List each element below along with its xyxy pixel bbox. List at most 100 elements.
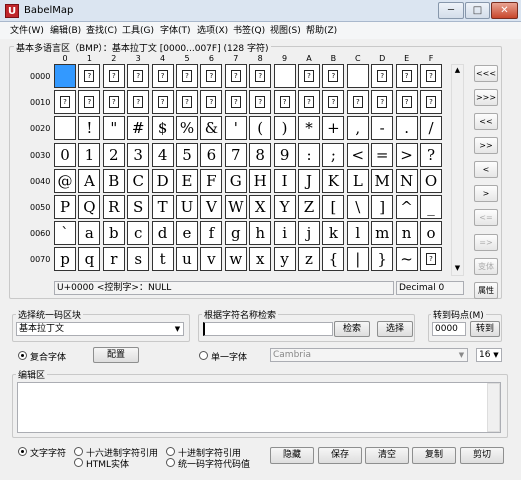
char-cell[interactable]: 7 (224, 142, 247, 167)
next-char-button[interactable]: => (474, 234, 498, 251)
char-cell[interactable]: ' (224, 116, 247, 141)
char-cell[interactable]: ? (102, 90, 125, 115)
char-cell[interactable]: k (322, 221, 345, 246)
char-cell[interactable]: ? (224, 90, 247, 115)
variant-button[interactable]: 变体 (474, 258, 498, 275)
menu-tools[interactable]: 工具(G) (122, 23, 154, 36)
char-cell[interactable]: " (102, 116, 125, 141)
hex-ref-radio[interactable] (74, 447, 83, 456)
char-cell[interactable]: d (151, 221, 174, 246)
char-cell[interactable]: ? (200, 90, 223, 115)
menu-find[interactable]: 查找(C) (86, 23, 117, 36)
char-cell[interactable]: ? (420, 64, 442, 88)
char-cell[interactable]: @ (54, 168, 76, 193)
char-cell[interactable]: , (346, 116, 369, 141)
char-cell[interactable]: g (224, 221, 247, 246)
char-cell[interactable]: ? (78, 90, 101, 115)
char-cell[interactable]: } (371, 247, 394, 272)
char-cell[interactable]: ? (420, 90, 442, 115)
menu-help[interactable]: 帮助(Z) (306, 23, 337, 36)
char-cell[interactable]: q (78, 247, 101, 272)
char-cell[interactable]: y (273, 247, 296, 272)
char-cell[interactable]: V (200, 195, 223, 219)
char-cell[interactable]: ) (273, 116, 296, 141)
codepoint-input[interactable]: 0000 (432, 322, 466, 336)
char-cell[interactable]: L (346, 168, 369, 193)
char-cell[interactable]: w (224, 247, 247, 272)
prev-page-button[interactable]: < (474, 161, 498, 178)
char-cell[interactable]: Z (298, 195, 320, 219)
char-cell[interactable]: ? (420, 142, 442, 167)
char-cell[interactable]: ? (420, 247, 442, 272)
composite-font-radio[interactable] (18, 351, 27, 360)
char-cell[interactable]: D (151, 168, 174, 193)
char-cell[interactable]: h (249, 221, 272, 246)
char-cell[interactable]: \ (346, 195, 369, 219)
char-cell[interactable]: ] (371, 195, 394, 219)
char-cell[interactable]: P (54, 195, 76, 219)
copy-button[interactable]: 复制 (412, 447, 456, 464)
char-cell[interactable]: N (395, 168, 418, 193)
char-cell[interactable]: r (102, 247, 125, 272)
char-cell[interactable]: ? (322, 90, 345, 115)
char-cell[interactable]: + (322, 116, 345, 141)
block-select[interactable]: 基本拉丁文 (16, 322, 184, 336)
char-cell[interactable]: - (371, 116, 394, 141)
clear-button[interactable]: 清空 (365, 447, 409, 464)
minimize-button[interactable]: ─ (438, 2, 464, 19)
char-cell[interactable]: ? (151, 90, 174, 115)
first-block-button[interactable]: <<< (474, 65, 498, 82)
char-cell[interactable]: ? (298, 90, 320, 115)
char-cell[interactable]: G (224, 168, 247, 193)
char-cell[interactable]: R (102, 195, 125, 219)
search-input[interactable] (203, 322, 333, 336)
char-cell[interactable]: e (176, 221, 198, 246)
char-cell[interactable]: J (298, 168, 320, 193)
char-cell[interactable]: f (200, 221, 223, 246)
char-cell[interactable]: v (200, 247, 223, 272)
char-cell[interactable]: ? (176, 64, 198, 88)
char-cell[interactable]: b (102, 221, 125, 246)
char-cell[interactable]: / (420, 116, 442, 141)
char-cell[interactable]: B (102, 168, 125, 193)
char-cell[interactable]: ? (371, 64, 394, 88)
char-cell[interactable]: _ (420, 195, 442, 219)
char-cell[interactable]: ? (151, 64, 174, 88)
next-block-button[interactable]: >> (474, 137, 498, 154)
char-cell[interactable] (273, 64, 296, 88)
select-button[interactable]: 选择 (377, 321, 413, 337)
char-cell[interactable]: c (127, 221, 150, 246)
char-cell[interactable]: j (298, 221, 320, 246)
char-cell[interactable]: o (420, 221, 442, 246)
char-cell[interactable]: : (298, 142, 320, 167)
char-cell[interactable]: ? (200, 64, 223, 88)
char-cell[interactable] (346, 64, 369, 88)
char-cell[interactable]: = (371, 142, 394, 167)
char-cell[interactable]: & (200, 116, 223, 141)
char-cell[interactable]: ? (371, 90, 394, 115)
char-cell[interactable]: F (200, 168, 223, 193)
char-cell[interactable]: 9 (273, 142, 296, 167)
char-cell[interactable]: I (273, 168, 296, 193)
char-cell[interactable]: ? (127, 64, 150, 88)
char-cell[interactable]: . (395, 116, 418, 141)
char-cell[interactable]: O (420, 168, 442, 193)
char-cell[interactable]: u (176, 247, 198, 272)
search-button[interactable]: 检索 (334, 321, 370, 337)
chevron-down-icon[interactable]: ▼ (456, 349, 467, 361)
char-cell[interactable]: ^ (395, 195, 418, 219)
menu-view[interactable]: 视图(S) (270, 23, 301, 36)
char-cell[interactable]: 3 (127, 142, 150, 167)
char-cell[interactable]: i (273, 221, 296, 246)
char-cell[interactable]: K (322, 168, 345, 193)
configure-button[interactable]: 配置 (93, 347, 139, 363)
char-cell[interactable]: ` (54, 221, 76, 246)
menu-edit[interactable]: 编辑(B) (50, 23, 81, 36)
menu-file[interactable]: 文件(W) (10, 23, 44, 36)
char-cell[interactable]: C (127, 168, 150, 193)
char-cell[interactable]: l (346, 221, 369, 246)
char-cell[interactable]: $ (151, 116, 174, 141)
char-cell[interactable]: ? (127, 90, 150, 115)
char-cell[interactable]: W (224, 195, 247, 219)
menu-font[interactable]: 字体(T) (160, 23, 191, 36)
